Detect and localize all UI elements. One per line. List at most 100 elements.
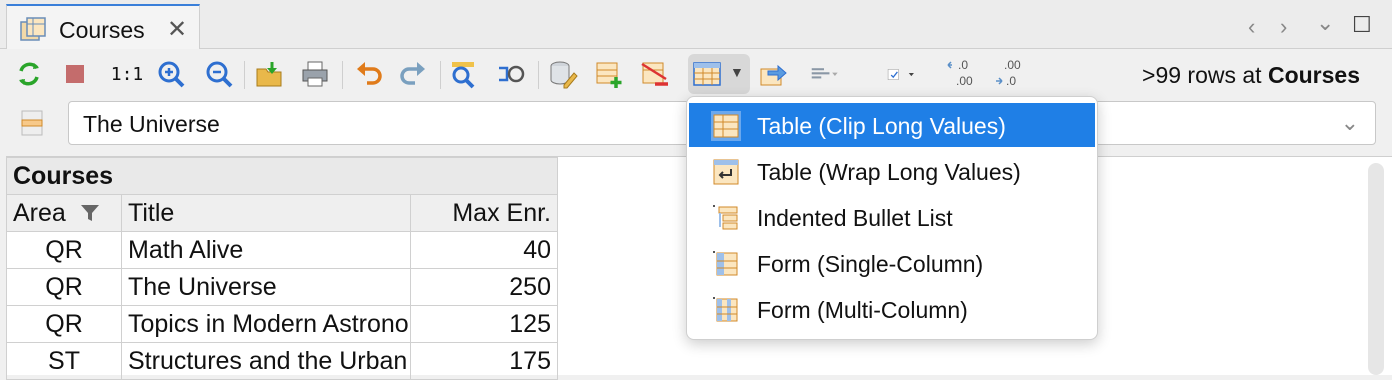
toolbar-separator (440, 61, 441, 89)
menu-item-label: Form (Single-Column) (757, 251, 984, 277)
data-source-icon (550, 61, 578, 89)
increase-decimals-button[interactable]: .00 .0 (992, 57, 1032, 91)
menu-item-bullet-list[interactable]: Indented Bullet List (689, 195, 1095, 239)
menu-item-label: Table (Clip Long Values) (757, 113, 1006, 139)
increase-decimals-icon: .00 .0 (996, 58, 1021, 88)
dropdown-arrow-icon: ▼ (730, 64, 744, 80)
delete-row-icon (641, 62, 668, 86)
decimal-left-top: .0 (958, 58, 968, 72)
stop-icon (66, 65, 84, 83)
table-row[interactable]: QR The Universe 250 (6, 268, 558, 306)
menu-item-table-wrap[interactable]: Table (Wrap Long Values) (689, 149, 1095, 193)
find-reference-button[interactable] (494, 57, 528, 91)
menu-item-form-single[interactable]: Form (Single-Column) (689, 241, 1095, 285)
zoom-in-button[interactable] (154, 57, 188, 91)
menu-item-table-clip[interactable]: Table (Clip Long Values) (689, 103, 1095, 147)
decimal-right-bottom: .0 (1006, 74, 1016, 88)
cell-title[interactable]: Math Alive (121, 231, 411, 269)
decimal-right-top: .00 (1004, 58, 1021, 72)
find-reference-icon (499, 65, 525, 83)
print-button[interactable] (298, 57, 332, 91)
cell-area[interactable]: QR (6, 268, 122, 306)
cell-max-enr[interactable]: 40 (410, 231, 558, 269)
view-mode-menu: Table (Clip Long Values) Table (Wrap Lon… (686, 96, 1098, 340)
redo-button[interactable] (396, 57, 430, 91)
toolbar-separator (244, 61, 245, 89)
checkbox-icon (887, 69, 914, 80)
maximize-icon[interactable]: ☐ (1352, 12, 1372, 38)
find-icon (452, 62, 475, 89)
table-caption: Courses (6, 157, 558, 195)
view-mode-selector[interactable]: ▼ (688, 54, 750, 94)
cell-max-enr[interactable]: 125 (410, 305, 558, 343)
chevron-right-icon[interactable]: › (1280, 14, 1287, 40)
chevron-left-icon[interactable]: ‹ (1248, 14, 1255, 40)
export-button[interactable] (252, 57, 286, 91)
toolbar-separator (342, 61, 343, 89)
cell-max-enr[interactable]: 250 (410, 268, 558, 306)
undo-icon (357, 62, 382, 85)
export-icon (256, 62, 282, 87)
cell-area[interactable]: QR (6, 305, 122, 343)
chevron-down-icon: ⌄ (1340, 110, 1359, 135)
find-button[interactable] (446, 57, 480, 91)
column-header-label: Area (13, 198, 66, 227)
menu-item-label: Form (Multi-Column) (757, 297, 968, 323)
checkbox-button[interactable] (872, 57, 930, 91)
zoom-in-icon (158, 61, 185, 88)
table-wrap-icon (713, 159, 739, 185)
refresh-button[interactable] (12, 57, 46, 91)
row-count-text: >99 rows at (1142, 62, 1268, 88)
navigate-icon (760, 64, 787, 86)
path-value: The Universe (83, 111, 220, 137)
tab-title: Courses (59, 17, 145, 43)
menu-item-form-multi[interactable]: Form (Multi-Column) (689, 287, 1095, 331)
row-count-table: Courses (1267, 62, 1360, 88)
add-row-button[interactable] (592, 57, 626, 91)
navigate-button[interactable] (756, 57, 790, 91)
form-multi-icon (713, 297, 738, 322)
row-count-status: >99 rows at Courses (1142, 62, 1360, 89)
zoom-out-icon (206, 61, 233, 88)
menu-item-label: Table (Wrap Long Values) (757, 159, 1021, 185)
toolbar: 1:1 ▼ .0 .00 .00 .0 >99 rows at Courses (0, 49, 1392, 99)
zoom-out-button[interactable] (202, 57, 236, 91)
decrease-decimals-icon: .0 .00 (947, 58, 973, 88)
vertical-scrollbar[interactable] (1368, 163, 1384, 375)
tab-bar: Courses ✕ ‹ › ⌄ ☐ (0, 0, 1392, 49)
redo-icon (400, 62, 425, 85)
tab-courses[interactable]: Courses ✕ (6, 4, 200, 49)
align-button[interactable] (802, 57, 846, 91)
refresh-icon (19, 62, 39, 86)
chevron-down-icon[interactable]: ⌄ (1316, 10, 1334, 36)
align-icon (811, 68, 838, 79)
decrease-decimals-button[interactable]: .0 .00 (944, 57, 984, 91)
toolbar-separator (538, 61, 539, 89)
zoom-reset-button[interactable]: 1:1 (108, 57, 146, 91)
print-icon (302, 61, 328, 87)
close-icon[interactable]: ✕ (167, 15, 187, 44)
add-row-icon (596, 62, 622, 88)
delete-row-button[interactable] (638, 57, 672, 91)
table-row[interactable]: QR Math Alive 40 (6, 231, 558, 269)
column-header-max-enr[interactable]: Max Enr. (410, 194, 558, 232)
undo-button[interactable] (352, 57, 386, 91)
filter-icon[interactable] (79, 202, 101, 224)
table-clip-icon (711, 111, 741, 141)
column-header-area[interactable]: Area (6, 194, 122, 232)
form-single-icon (713, 251, 738, 276)
cell-title[interactable]: Topics in Modern Astronomy (121, 305, 411, 343)
column-header-title[interactable]: Title (121, 194, 411, 232)
data-table: Courses Area Title Max Enr. QR Math Aliv… (6, 157, 558, 380)
table-row[interactable]: QR Topics in Modern Astronomy 125 (6, 305, 558, 343)
data-source-button[interactable] (546, 57, 580, 91)
cell-title[interactable]: The Universe (121, 268, 411, 306)
table-doc-icon (20, 17, 46, 41)
view-mode-icon (693, 62, 721, 86)
cell-area[interactable]: QR (6, 231, 122, 269)
menu-item-label: Indented Bullet List (757, 205, 953, 231)
bullet-list-icon (713, 205, 738, 230)
zoom-reset-label: 1:1 (110, 63, 144, 85)
decimal-left-bottom: .00 (956, 74, 973, 88)
stop-button[interactable] (58, 57, 92, 91)
